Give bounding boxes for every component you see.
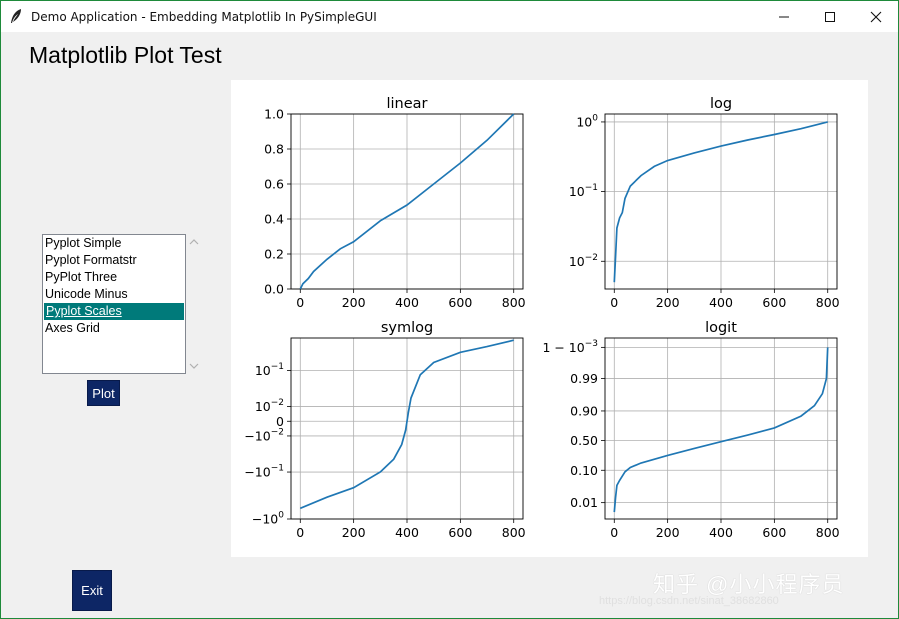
x-tick-label: 800	[502, 295, 526, 310]
watermark-url: https://blog.csdn.net/sinat_38682860	[599, 595, 779, 607]
title-bar[interactable]: Demo Application - Embedding Matplotlib …	[1, 1, 898, 32]
x-tick-label: 600	[762, 525, 786, 540]
listbox-item[interactable]: Pyplot Formatstr	[43, 252, 185, 269]
y-tick-label: 0.50	[570, 433, 598, 448]
listbox-item[interactable]: Axes Grid	[43, 320, 185, 337]
scroll-up-icon	[189, 239, 199, 245]
y-tick-label: 1.0	[264, 107, 284, 122]
y-tick-label: 0.01	[570, 495, 598, 510]
y-tick-label: 0.0	[264, 282, 284, 297]
x-tick-label: 200	[342, 295, 366, 310]
maximize-icon	[825, 11, 835, 22]
y-tick-label: 10−1	[569, 183, 598, 199]
maximize-button[interactable]	[807, 1, 853, 32]
plot-canvas: 0 200 400 600 800 0.0 0.2 0.4 0.6 0.8 1.0 linear 0 20…	[231, 80, 868, 557]
y-tick-label: 0.10	[570, 463, 598, 478]
y-tick-label: 0.4	[264, 212, 284, 227]
y-tick-label: −100	[252, 511, 284, 527]
listbox-item[interactable]: Pyplot Scales	[44, 303, 184, 320]
feather-icon	[11, 9, 21, 23]
window-title: Demo Application - Embedding Matplotlib …	[31, 10, 377, 24]
x-tick-label: 400	[709, 295, 733, 310]
y-tick-label: 0.6	[264, 177, 284, 192]
x-tick-label: 800	[502, 525, 526, 540]
x-tick-label: 400	[395, 525, 419, 540]
page-title: Matplotlib Plot Test	[29, 42, 222, 68]
listbox-item[interactable]: Unicode Minus	[43, 286, 185, 303]
y-tick-label: −10−1	[244, 464, 284, 480]
x-tick-label: 200	[656, 525, 680, 540]
app-window: Demo Application - Embedding Matplotlib …	[0, 0, 899, 619]
plot-button[interactable]: Plot	[87, 380, 120, 406]
y-tick-label: −10−2	[244, 427, 284, 443]
x-tick-label: 600	[448, 295, 472, 310]
x-tick-label: 400	[709, 525, 733, 540]
y-tick-label: 0	[276, 414, 284, 429]
x-tick-label: 0	[610, 295, 618, 310]
x-tick-label: 800	[816, 525, 840, 540]
y-tick-label: 10−2	[255, 398, 284, 414]
subplot-title: linear	[386, 96, 427, 112]
listbox-item[interactable]: PyPlot Three	[43, 269, 185, 286]
close-icon	[870, 11, 882, 22]
plots-figure: 0 200 400 600 800 0.0 0.2 0.4 0.6 0.8 1.0 linear 0 20…	[244, 96, 840, 540]
x-tick-label: 600	[762, 295, 786, 310]
subplot-linear: 0 200 400 600 800 0.0 0.2 0.4 0.6 0.8 1.0 linear	[264, 96, 526, 310]
x-tick-label: 0	[296, 525, 304, 540]
x-tick-label: 600	[448, 525, 472, 540]
listbox-scrollbar[interactable]	[187, 234, 201, 374]
subplot-symlog: 0 200 400 600 800−100−10−1−10−2010−210−1syml…	[244, 320, 525, 540]
close-button[interactable]	[853, 1, 899, 32]
subplot-log: 0 200 400 600 800 10−2 10−1 100 log	[569, 96, 840, 310]
x-tick-label: 200	[342, 525, 366, 540]
plot-listbox[interactable]: Pyplot Simple Pyplot Formatstr PyPlot Thre…	[42, 234, 186, 374]
scroll-down-icon	[189, 363, 199, 369]
minimize-icon	[779, 16, 789, 17]
x-tick-label: 0	[610, 525, 618, 540]
x-tick-label: 400	[395, 295, 419, 310]
listbox-item[interactable]: Pyplot Simple	[43, 235, 185, 252]
subplot-title: log	[710, 96, 732, 112]
subplot-title: symlog	[381, 320, 433, 336]
y-tick-label: 0.2	[264, 247, 284, 262]
y-tick-label: 0.90	[570, 403, 598, 418]
x-tick-label: 800	[816, 295, 840, 310]
y-tick-label: 1 − 10−3	[542, 339, 598, 355]
subplot-logit: 0 200 400 600 800 0.01 0.10 0.50 0.90 0.99 1 − 10−…	[542, 320, 839, 540]
exit-button[interactable]: Exit	[72, 570, 112, 611]
y-tick-label: 100	[576, 113, 598, 129]
subplot-title: logit	[705, 320, 737, 336]
y-tick-label: 10−1	[255, 362, 284, 378]
x-tick-label: 0	[296, 295, 304, 310]
y-tick-label: 10−2	[569, 253, 598, 269]
minimize-button[interactable]	[761, 1, 807, 32]
y-tick-label: 0.8	[264, 142, 284, 157]
y-tick-label: 0.99	[570, 371, 598, 386]
x-tick-label: 200	[656, 295, 680, 310]
